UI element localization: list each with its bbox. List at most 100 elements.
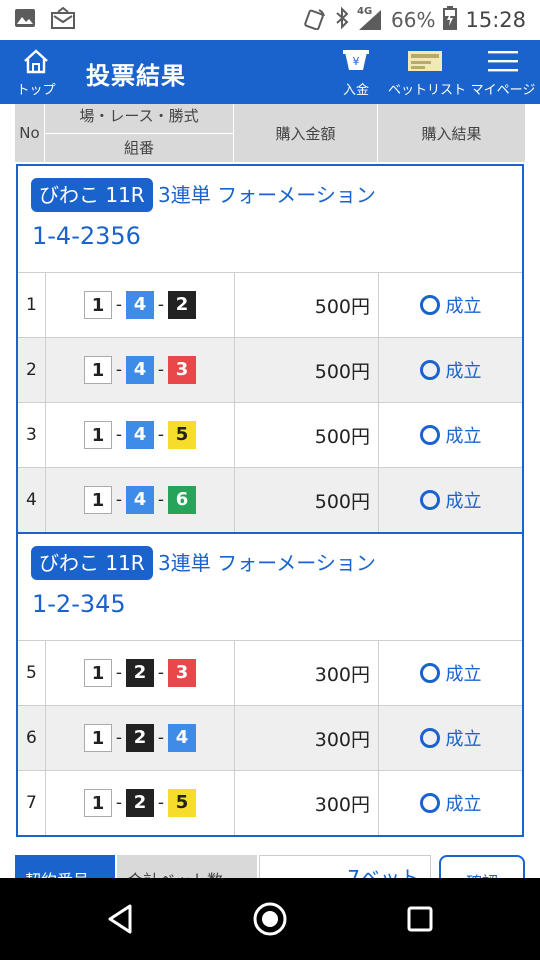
deposit-button[interactable]: ¥ 入金 — [336, 48, 376, 98]
home-button[interactable] — [247, 896, 293, 942]
betlist-button[interactable]: ベットリスト — [388, 48, 467, 98]
row-result: 成立 — [379, 771, 522, 835]
circle-ok-icon — [419, 425, 440, 445]
result-label: 成立 — [445, 491, 482, 512]
row-combination: 1-4-3 — [46, 338, 235, 402]
row-combination: 1-4-5 — [46, 403, 235, 467]
recents-button[interactable] — [397, 896, 443, 942]
image-icon — [14, 8, 36, 32]
app-header: トップ 投票結果 ¥ 入金 ベットリスト マイページ — [0, 40, 540, 104]
menu-icon — [487, 51, 519, 78]
boat-number: 2 — [168, 291, 196, 319]
table-row: 2 1-4-3 500円 成立 — [18, 337, 522, 402]
circle-ok-icon — [419, 295, 440, 315]
battery-percent: 66% — [391, 8, 436, 32]
col-venue-combo: 場・レース・勝式 組番 — [45, 104, 234, 162]
row-combination: 1-2-3 — [46, 641, 235, 705]
race-group-header: びわこ 11R 3連単 フォーメーション 1-2-345 — [18, 534, 522, 640]
row-combination: 1-4-2 — [46, 273, 235, 337]
mypage-label: マイページ — [470, 83, 536, 98]
boat-number: 4 — [126, 291, 154, 319]
col-result: 購入結果 — [421, 124, 482, 143]
row-amount: 500円 — [235, 273, 379, 337]
boat-number: 1 — [84, 291, 112, 319]
total-bets-value: 7ベット — [259, 855, 431, 878]
circle-ok-icon — [419, 663, 440, 683]
boat-number: 1 — [84, 724, 112, 752]
table-row: 1 1-4-2 500円 成立 — [18, 272, 522, 337]
mypage-button[interactable]: マイページ — [470, 48, 536, 98]
table-row: 7 1-2-5 300円 成立 — [18, 770, 522, 835]
boat-number: 3 — [168, 659, 196, 687]
result-label: 成立 — [445, 361, 482, 382]
row-no: 5 — [18, 641, 46, 705]
col-amount: 購入金額 — [234, 104, 378, 162]
venue-badge: びわこ 11R — [31, 178, 153, 212]
boat-number: 4 — [126, 356, 154, 384]
row-combination: 1-4-6 — [46, 468, 235, 532]
row-amount: 500円 — [235, 403, 379, 467]
table-row: 6 1-2-4 300円 成立 — [18, 705, 522, 770]
race-group-header: びわこ 11R 3連単 フォーメーション 1-4-2356 — [18, 166, 522, 272]
row-no: 2 — [18, 338, 46, 402]
boat-number: 4 — [168, 724, 196, 752]
result-label: 成立 — [445, 794, 482, 815]
row-amount: 300円 — [235, 771, 379, 835]
combo-summary: 1-4-2356 — [32, 222, 141, 250]
result-label: 成立 — [445, 426, 482, 447]
deposit-icon: ¥ — [341, 50, 371, 78]
boat-number: 2 — [126, 724, 154, 752]
confirm-button[interactable]: 確認 — [439, 855, 525, 878]
battery-icon — [443, 5, 458, 35]
result-label: 成立 — [445, 296, 482, 317]
venue-badge: びわこ 11R — [31, 546, 153, 580]
row-result: 成立 — [379, 273, 522, 337]
boat-number: 2 — [126, 659, 154, 687]
boat-number: 1 — [84, 356, 112, 384]
boat-number: 6 — [168, 486, 196, 514]
total-bets-label: 合計ベット数 — [117, 855, 257, 878]
race-group: びわこ 11R 3連単 フォーメーション 1-2-345 5 1-2-3 300… — [16, 532, 524, 837]
boat-number: 5 — [168, 789, 196, 817]
row-amount: 300円 — [235, 706, 379, 770]
row-result: 成立 — [379, 468, 522, 532]
circle-ok-icon — [419, 490, 440, 510]
tv-mail-icon — [50, 6, 76, 33]
circle-ok-icon — [419, 360, 440, 380]
boat-number: 1 — [84, 486, 112, 514]
race-group: びわこ 11R 3連単 フォーメーション 1-4-2356 1 1-4-2 50… — [16, 164, 524, 534]
boat-number: 4 — [126, 486, 154, 514]
table-row: 3 1-4-5 500円 成立 — [18, 402, 522, 467]
row-result: 成立 — [379, 338, 522, 402]
col-venue-race-type: 場・レース・勝式 — [79, 107, 199, 125]
bluetooth-icon — [335, 6, 349, 34]
receipt-label: 契約番号 — [15, 855, 115, 878]
clock: 15:28 — [465, 8, 526, 32]
table-header: No 場・レース・勝式 組番 購入金額 購入結果 — [15, 104, 525, 162]
row-result: 成立 — [379, 403, 522, 467]
signal-icon: 4G — [357, 6, 383, 31]
home-icon — [22, 49, 50, 78]
combo-summary: 1-2-345 — [32, 590, 126, 618]
table-row: 4 1-4-6 500円 成立 — [18, 467, 522, 532]
boat-number: 4 — [126, 421, 154, 449]
back-button[interactable] — [98, 896, 144, 942]
circle-ok-icon — [419, 793, 440, 813]
svg-text:¥: ¥ — [353, 55, 360, 68]
top-button[interactable]: トップ — [8, 48, 64, 98]
recents-square-icon — [407, 906, 433, 932]
network-label: 4G — [357, 6, 373, 17]
page-title: 投票結果 — [86, 62, 186, 90]
row-no: 3 — [18, 403, 46, 467]
bet-type: 3連単 フォーメーション — [158, 551, 376, 575]
col-no: No — [15, 104, 45, 162]
row-combination: 1-2-5 — [46, 771, 235, 835]
boat-number: 1 — [84, 659, 112, 687]
nfc-icon — [303, 6, 327, 35]
ticket-icon — [405, 51, 445, 78]
result-label: 成立 — [445, 664, 482, 685]
row-no: 4 — [18, 468, 46, 532]
boat-number: 1 — [84, 421, 112, 449]
betlist-label: ベットリスト — [388, 83, 467, 98]
row-no: 7 — [18, 771, 46, 835]
